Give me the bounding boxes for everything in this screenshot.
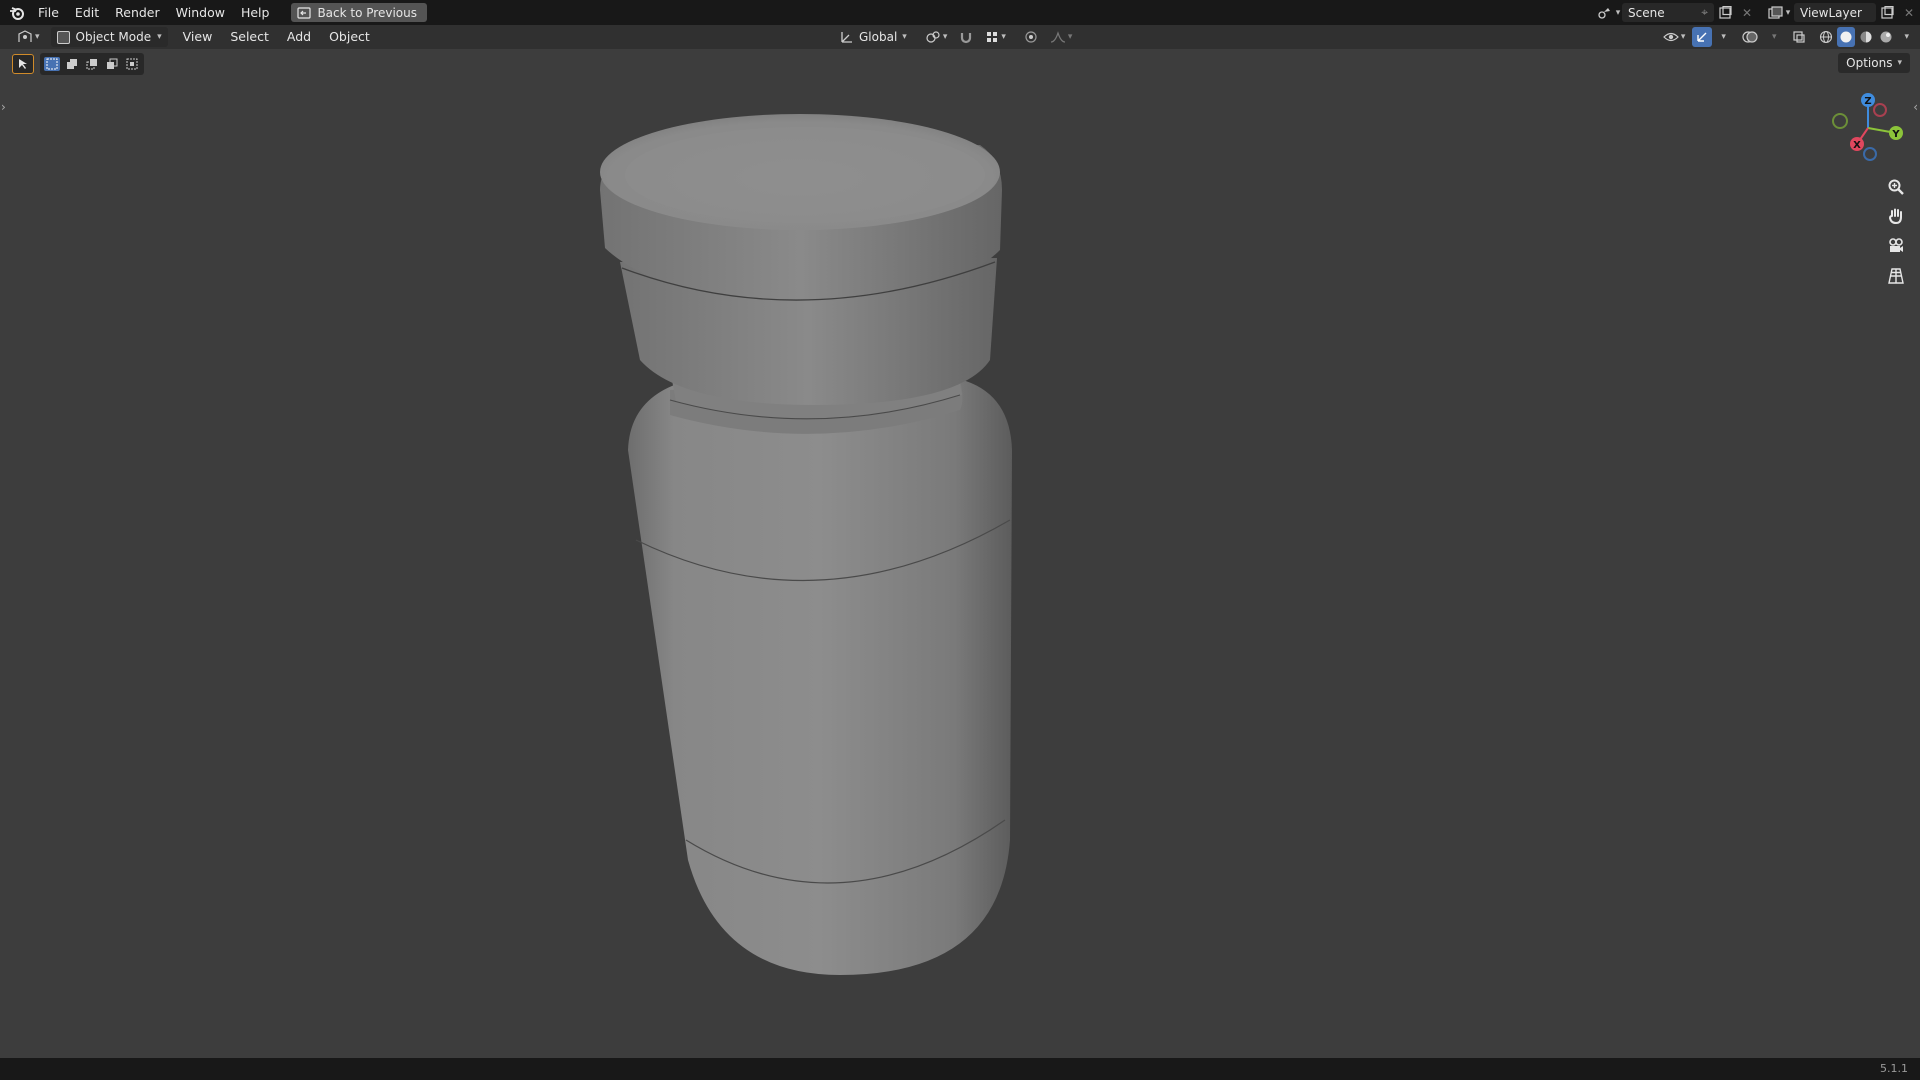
grid-perspective-icon <box>1888 268 1904 284</box>
zoom-button[interactable] <box>1883 174 1909 200</box>
viewport-header: ▾ Object Mode ▾ View Select Add Object G… <box>0 25 1920 49</box>
scene-browse-icon[interactable]: ▾ <box>1594 3 1622 22</box>
magnet-icon <box>961 33 972 44</box>
shading-dropdown[interactable]: ▾ <box>1897 27 1914 47</box>
snap-target-dropdown[interactable]: ▾ <box>980 27 1011 47</box>
gizmo-icon <box>1697 32 1707 42</box>
transform-orientation-dropdown[interactable]: Global ▾ <box>835 27 912 47</box>
menu-render[interactable]: Render <box>107 0 168 25</box>
gizmo-toggle[interactable] <box>1692 27 1713 47</box>
gizmo-x-label: X <box>1853 140 1861 151</box>
snap-grid-icon <box>987 32 998 42</box>
object-mode-label: Object Mode <box>75 30 152 44</box>
gizmo-neg-x-icon[interactable] <box>1873 103 1887 117</box>
solid-shading-icon <box>1840 31 1852 43</box>
gizmo-neg-y-icon[interactable] <box>1832 113 1848 129</box>
workspace-selectors: ▾ Scene ⌖ ✕ ▾ ViewLayer ✕ <box>1594 0 1920 25</box>
overlays-toggle[interactable] <box>1737 27 1763 47</box>
toggle-perspective-button[interactable] <box>1883 263 1909 289</box>
gizmo-dropdown[interactable]: ▾ <box>1714 27 1731 47</box>
delete-view-layer-icon[interactable]: ✕ <box>1898 3 1920 22</box>
scene-name: Scene <box>1628 5 1665 20</box>
viewport-3d[interactable] <box>0 49 1920 1058</box>
menu-file[interactable]: File <box>30 0 67 25</box>
top-bar: File Edit Render Window Help Back to Pre… <box>0 0 1920 25</box>
transform-orientation-label: Global <box>859 30 898 44</box>
view-layer-field[interactable]: ViewLayer <box>1794 3 1876 22</box>
proportional-editing-toggle[interactable] <box>1019 27 1043 47</box>
gizmo-neg-z-icon[interactable] <box>1863 147 1877 161</box>
menu-edit[interactable]: Edit <box>67 0 107 25</box>
back-to-previous-button[interactable]: Back to Previous <box>291 3 427 22</box>
view-layer-browse-icon[interactable]: ▾ <box>1764 3 1794 22</box>
hand-pan-icon <box>1888 208 1902 225</box>
rendered-shading-icon <box>1880 31 1892 43</box>
proportional-icon <box>1025 31 1037 43</box>
new-view-layer-icon[interactable] <box>1876 3 1898 22</box>
editor-type-icon <box>18 30 32 42</box>
xray-icon <box>1793 31 1806 43</box>
snap-toggle[interactable] <box>954 27 978 47</box>
status-bar: 5.1.1 <box>0 1058 1920 1080</box>
camera-view-button[interactable] <box>1883 233 1909 259</box>
xray-toggle[interactable] <box>1787 27 1811 47</box>
shading-solid-button[interactable] <box>1837 27 1856 47</box>
back-icon <box>297 6 312 19</box>
visibility-dropdown[interactable]: ▾ <box>1658 27 1691 47</box>
blender-logo-icon[interactable] <box>4 0 30 25</box>
menu-object[interactable]: Object <box>320 25 379 49</box>
menu-help[interactable]: Help <box>233 0 278 25</box>
proportional-falloff-dropdown[interactable]: ▾ <box>1045 27 1078 47</box>
material-shading-icon <box>1860 31 1872 43</box>
version-label: 5.1.1 <box>1880 1062 1908 1075</box>
pan-button[interactable] <box>1883 203 1909 229</box>
camera-icon <box>1889 238 1903 252</box>
overlays-dropdown[interactable]: ▾ <box>1765 27 1782 47</box>
zoom-magnifier-icon <box>1888 179 1904 195</box>
shading-rendered-button[interactable] <box>1877 27 1895 47</box>
viewport-display-controls: ▾ ▾ ▾ ▾ <box>1658 25 1914 49</box>
falloff-icon <box>1050 31 1065 43</box>
gizmo-y-label: Y <box>1891 129 1900 140</box>
orientation-icon <box>841 32 852 43</box>
shading-material-button[interactable] <box>1857 27 1875 47</box>
object-mode-dropdown[interactable]: Object Mode ▾ <box>50 27 168 47</box>
menu-window[interactable]: Window <box>168 0 233 25</box>
pivot-icon <box>926 31 940 43</box>
navigation-gizmo[interactable]: Z Y X <box>1830 88 1910 168</box>
new-scene-icon[interactable] <box>1714 3 1736 22</box>
back-to-previous-label: Back to Previous <box>317 5 417 20</box>
delete-scene-icon[interactable]: ✕ <box>1736 3 1758 22</box>
shading-wireframe-button[interactable] <box>1817 27 1835 47</box>
pivot-point-dropdown[interactable]: ▾ <box>920 27 953 47</box>
eye-icon <box>1663 32 1679 42</box>
menu-view[interactable]: View <box>174 25 222 49</box>
view-layer-name: ViewLayer <box>1800 5 1862 20</box>
bottle-mesh[interactable] <box>600 114 1012 975</box>
editor-type-button[interactable]: ▾ <box>12 27 45 47</box>
gizmo-z-label: Z <box>1864 96 1871 107</box>
overlays-icon <box>1742 31 1758 43</box>
menu-add[interactable]: Add <box>278 25 320 49</box>
scene-name-field[interactable]: Scene ⌖ <box>1622 3 1714 22</box>
transform-controls: Global ▾ ▾ ▾ ▾ <box>835 25 1077 49</box>
wireframe-shading-icon <box>1820 30 1833 44</box>
object-mode-icon <box>56 30 70 44</box>
menu-select[interactable]: Select <box>221 25 278 49</box>
pin-icon[interactable]: ⌖ <box>1701 5 1708 20</box>
